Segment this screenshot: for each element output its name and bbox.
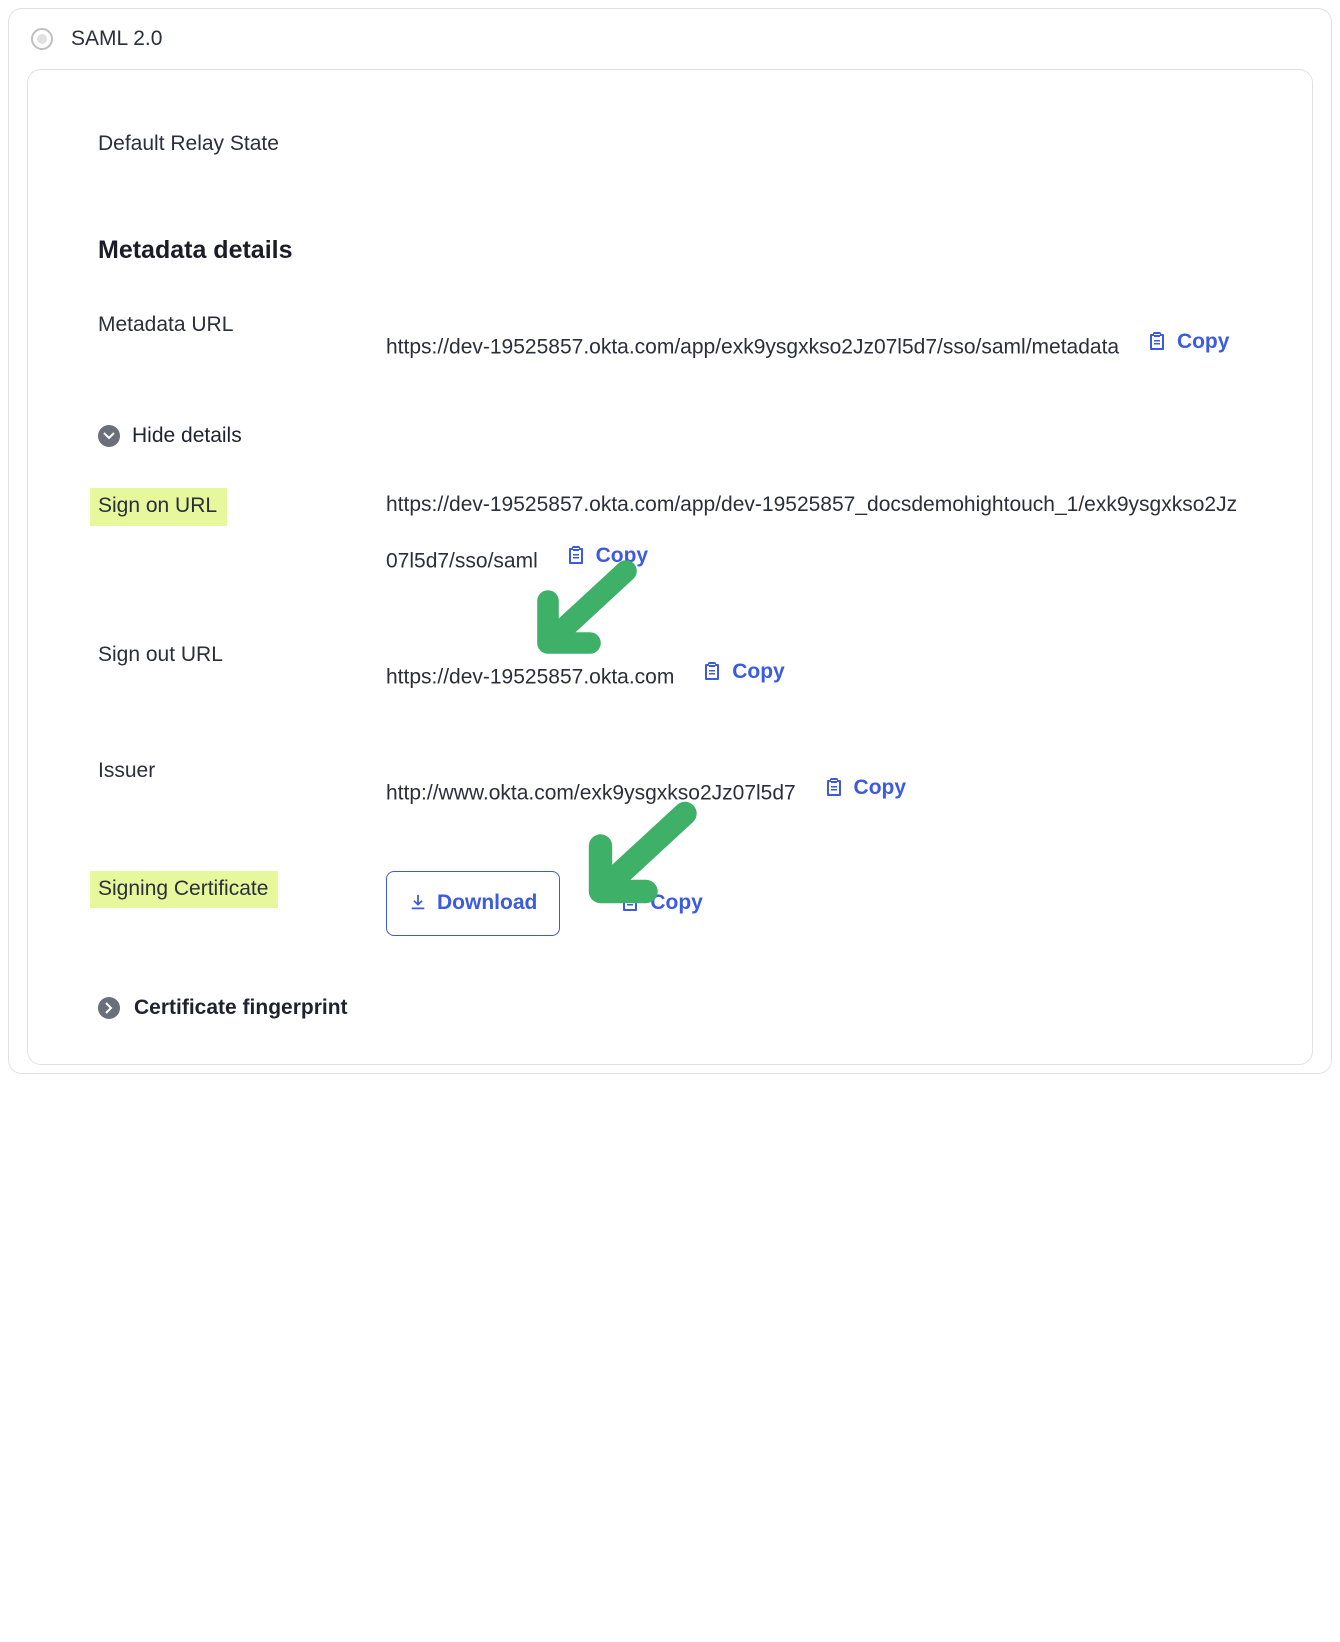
certificate-fingerprint-toggle[interactable]: Certificate fingerprint — [98, 996, 348, 1020]
clipboard-icon — [566, 545, 586, 567]
sign-out-url-copy[interactable]: Copy — [702, 655, 785, 690]
radio-label: SAML 2.0 — [71, 27, 162, 51]
saml-radio-row[interactable]: SAML 2.0 — [31, 27, 1313, 51]
default-relay-state-row: Default Relay State — [98, 128, 1242, 160]
clipboard-icon — [824, 777, 844, 799]
issuer-copy[interactable]: Copy — [824, 771, 907, 806]
copy-label: Copy — [596, 539, 649, 574]
copy-label: Copy — [854, 771, 907, 806]
default-relay-state-label: Default Relay State — [98, 128, 346, 160]
sign-on-url-value-col: https://dev-19525857.okta.com/app/dev-19… — [386, 488, 1242, 579]
saml-panel: SAML 2.0 Default Relay State Metadata de… — [8, 8, 1332, 1074]
metadata-url-value-col: https://dev-19525857.okta.com/app/exk9ys… — [386, 309, 1242, 365]
metadata-url-copy[interactable]: Copy — [1147, 325, 1230, 360]
signing-certificate-copy[interactable]: Copy — [620, 886, 703, 921]
copy-label: Copy — [732, 655, 785, 690]
radio-icon — [31, 28, 53, 50]
issuer-value-col: http://www.okta.com/exk9ysgxkso2Jz07l5d7… — [386, 755, 1242, 811]
hide-details-toggle[interactable]: Hide details — [98, 424, 242, 448]
copy-label: Copy — [1177, 325, 1230, 360]
metadata-url-row: Metadata URL https://dev-19525857.okta.c… — [98, 309, 1242, 365]
copy-label: Copy — [650, 886, 703, 921]
sign-out-url-value-col: https://dev-19525857.okta.com Copy — [386, 639, 1242, 695]
sign-on-url-row: Sign on URL https://dev-19525857.okta.co… — [98, 488, 1242, 579]
signing-certificate-label-text: Signing Certificate — [90, 871, 278, 908]
metadata-url-value: https://dev-19525857.okta.com/app/exk9ys… — [386, 335, 1119, 358]
sign-on-url-copy[interactable]: Copy — [566, 539, 649, 574]
issuer-label: Issuer — [98, 755, 346, 787]
hide-details-label: Hide details — [132, 424, 242, 448]
metadata-details-heading: Metadata details — [98, 236, 1242, 265]
sign-out-url-row: Sign out URL https://dev-19525857.okta.c… — [98, 639, 1242, 695]
issuer-row: Issuer http://www.okta.com/exk9ysgxkso2J… — [98, 755, 1242, 811]
sign-on-url-value: https://dev-19525857.okta.com/app/dev-19… — [386, 493, 1237, 572]
certificate-fingerprint-label: Certificate fingerprint — [134, 996, 348, 1020]
chevron-down-icon — [98, 425, 120, 447]
clipboard-icon — [1147, 331, 1167, 353]
chevron-right-icon — [98, 997, 120, 1019]
download-label: Download — [437, 886, 537, 921]
metadata-url-label: Metadata URL — [98, 309, 346, 341]
signing-certificate-actions: Download Copy — [386, 871, 1242, 936]
sign-on-url-label: Sign on URL — [98, 488, 346, 525]
sign-on-url-label-text: Sign on URL — [90, 488, 227, 525]
download-icon — [409, 894, 427, 912]
signing-certificate-row: Signing Certificate Download Copy — [98, 871, 1242, 936]
signing-certificate-label: Signing Certificate — [98, 871, 346, 908]
download-button[interactable]: Download — [386, 871, 560, 936]
sign-out-url-label: Sign out URL — [98, 639, 346, 671]
clipboard-icon — [620, 892, 640, 914]
sign-out-url-value: https://dev-19525857.okta.com — [386, 665, 674, 688]
issuer-value: http://www.okta.com/exk9ysgxkso2Jz07l5d7 — [386, 781, 796, 804]
metadata-card: Default Relay State Metadata details Met… — [27, 69, 1313, 1065]
clipboard-icon — [702, 661, 722, 683]
